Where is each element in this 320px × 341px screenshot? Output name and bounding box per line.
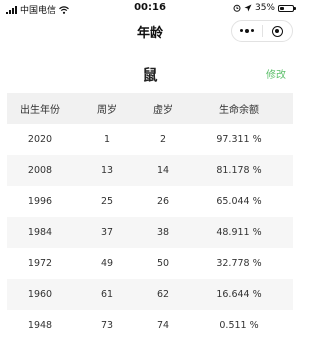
- cell-life-balance: 32.778 %: [216, 258, 262, 269]
- table-row: 1984 37 38 48.911 %: [7, 217, 293, 248]
- cell-nominal-age: 2: [159, 134, 167, 145]
- header-nominal-age: 虚岁: [153, 105, 173, 116]
- table-row: 1960 61 62 16.644 %: [7, 279, 293, 310]
- cell-nominal-age: 62: [156, 289, 170, 300]
- table-row: 2020 1 2 97.311 %: [7, 124, 293, 155]
- cell-birth-year: 1996: [27, 196, 53, 207]
- cell-birth-year: 1984: [27, 227, 53, 238]
- cell-actual-age: 1: [103, 134, 111, 145]
- cell-actual-age: 13: [100, 165, 114, 176]
- table-row: 1948 73 74 0.511 %: [7, 310, 293, 341]
- edit-button[interactable]: 修改: [266, 66, 286, 81]
- cell-life-balance: 81.178 %: [216, 165, 262, 176]
- age-table: 出生年份 周岁 虚岁 生命余额 2020 1 2 97.311 % 2008 1…: [7, 93, 293, 341]
- battery-percent: 35%: [254, 3, 275, 13]
- cell-birth-year: 1972: [27, 258, 53, 269]
- header-birth-year: 出生年份: [20, 105, 60, 116]
- cell-life-balance: 97.311 %: [216, 134, 262, 145]
- cell-nominal-age: 74: [156, 320, 170, 331]
- cell-actual-age: 61: [100, 289, 114, 300]
- cell-life-balance: 0.511 %: [219, 320, 259, 331]
- alarm-icon: [233, 4, 241, 12]
- header-life-balance: 生命余额: [219, 105, 259, 116]
- cell-actual-age: 25: [100, 196, 114, 207]
- cell-birth-year: 1960: [27, 289, 53, 300]
- cell-nominal-age: 14: [156, 165, 170, 176]
- nav-bar: 年龄: [0, 16, 300, 46]
- table-header: 出生年份 周岁 虚岁 生命余额: [7, 93, 293, 124]
- table-row: 1996 25 26 65.044 %: [7, 186, 293, 217]
- table-row: 1972 49 50 32.778 %: [7, 248, 293, 279]
- cell-actual-age: 73: [100, 320, 114, 331]
- zodiac-title: 鼠: [142, 66, 158, 84]
- cell-nominal-age: 50: [156, 258, 170, 269]
- battery-fill: [280, 6, 285, 10]
- table-row: 2008 13 14 81.178 %: [7, 155, 293, 186]
- status-bar: 中国电信 00:16 35%: [0, 0, 300, 16]
- cell-nominal-age: 26: [156, 196, 170, 207]
- cell-birth-year: 1948: [27, 320, 53, 331]
- cell-life-balance: 48.911 %: [216, 227, 262, 238]
- more-button[interactable]: [232, 21, 262, 41]
- cell-actual-age: 37: [100, 227, 114, 238]
- cell-actual-age: 49: [100, 258, 114, 269]
- status-right: 35%: [233, 3, 296, 13]
- cell-birth-year: 2020: [27, 134, 53, 145]
- close-target-icon: [271, 25, 283, 37]
- close-button[interactable]: [263, 21, 293, 41]
- battery-icon: [278, 4, 296, 12]
- cell-life-balance: 65.044 %: [216, 196, 262, 207]
- cell-birth-year: 2008: [27, 165, 53, 176]
- cell-nominal-age: 38: [156, 227, 170, 238]
- cell-life-balance: 16.644 %: [216, 289, 262, 300]
- more-icon: [239, 28, 254, 33]
- location-icon: [244, 4, 252, 12]
- miniprogram-capsule: [231, 20, 293, 42]
- header-actual-age: 周岁: [97, 105, 117, 116]
